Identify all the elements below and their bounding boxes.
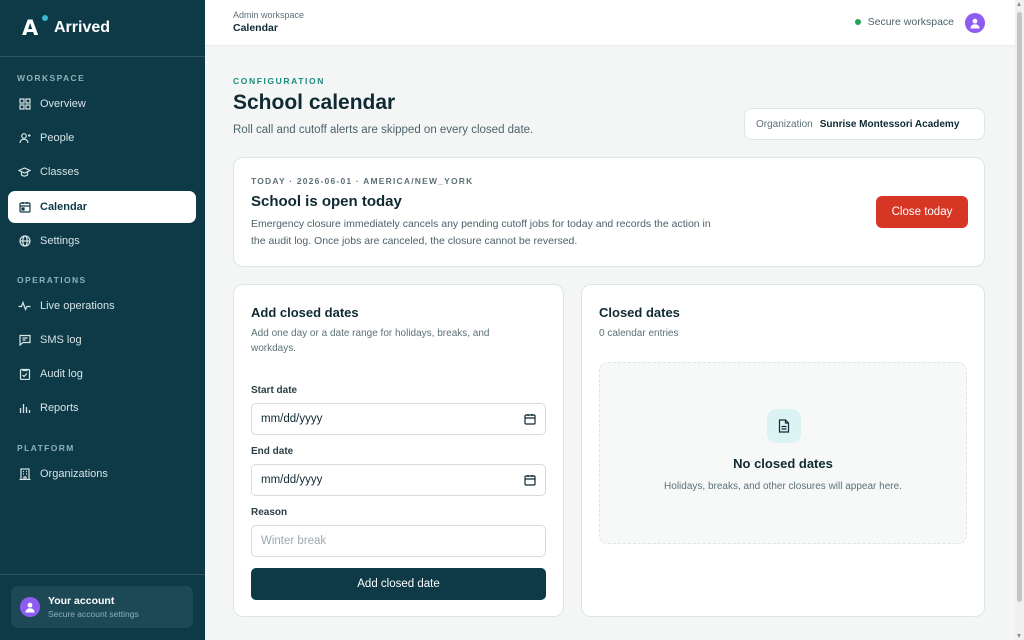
today-status-card: TODAY · 2026-06-01 · AMERICA/NEW_YORK Sc… — [233, 157, 985, 267]
sidebar-item-label: Overview — [40, 98, 86, 110]
card-title: Closed dates — [599, 305, 680, 320]
closed-dates-card: Closed dates 0 calendar entries No close… — [581, 284, 985, 617]
end-date-value: mm/dd/yyyy — [261, 474, 323, 486]
account-button[interactable]: Your account Secure account settings — [11, 586, 193, 628]
sidebar-item-label: SMS log — [40, 334, 82, 346]
sidebar-item-label: Settings — [40, 235, 80, 247]
account-name: Your account — [48, 595, 115, 607]
scrollbar[interactable] — [1015, 0, 1024, 640]
section-label-platform: PLATFORM — [17, 443, 75, 453]
sidebar-item-reports[interactable]: Reports — [8, 392, 196, 424]
sidebar-item-audit-log[interactable]: Audit log — [8, 358, 196, 390]
today-description: Emergency closure immediately cancels an… — [251, 218, 711, 247]
today-meta: TODAY · 2026-06-01 · AMERICA/NEW_YORK — [251, 176, 474, 186]
entries-count: 0 calendar entries — [599, 328, 679, 339]
logo-icon: A — [22, 15, 48, 39]
sidebar-item-label: Live operations — [40, 300, 115, 312]
clipboard-icon — [18, 368, 31, 381]
document-icon — [767, 409, 801, 443]
add-closed-date-button[interactable]: Add closed date — [251, 568, 546, 600]
empty-state: No closed dates Holidays, breaks, and ot… — [599, 362, 967, 544]
empty-state-subtitle: Holidays, breaks, and other closures wil… — [664, 481, 902, 492]
avatar — [20, 597, 40, 617]
calendar-icon — [18, 201, 31, 214]
sidebar-item-label: Organizations — [40, 468, 108, 480]
page-title: School calendar — [233, 91, 396, 114]
sidebar-item-overview[interactable]: Overview — [8, 88, 196, 120]
card-subtitle-line: Add one day or a date range for holidays… — [251, 328, 490, 339]
calendar-picker-icon[interactable] — [524, 413, 536, 428]
status-text: Secure workspace — [867, 16, 954, 28]
start-date-value: mm/dd/yyyy — [261, 413, 323, 425]
scrollbar-thumb[interactable] — [1017, 12, 1022, 602]
breadcrumb[interactable]: Admin workspace — [233, 10, 304, 20]
sidebar-item-label: Calendar — [40, 201, 88, 213]
page-eyebrow: CONFIGURATION — [233, 76, 325, 86]
sidebar-item-settings[interactable]: Settings — [8, 225, 196, 257]
status-badge: Secure workspace — [854, 16, 954, 28]
page-subtitle: Roll call and cutoff alerts are skipped … — [233, 124, 534, 136]
section-label-operations: OPERATIONS — [17, 275, 87, 285]
bar-chart-icon — [18, 402, 31, 415]
calendar-picker-icon[interactable] — [524, 474, 536, 489]
sidebar-item-people[interactable]: People — [8, 122, 196, 154]
scroll-up-icon[interactable] — [1017, 2, 1021, 6]
divider — [0, 574, 205, 575]
sidebar-item-label: Audit log — [40, 368, 83, 380]
top-bar: Admin workspace Calendar Secure workspac… — [205, 0, 1015, 46]
sidebar-item-label: People — [40, 132, 75, 144]
start-date-label: Start date — [251, 385, 298, 396]
brand[interactable]: A Arrived — [0, 0, 205, 57]
organization-selector[interactable]: Organization Sunrise Montessori Academy — [744, 108, 985, 140]
close-today-button[interactable]: Close today — [876, 196, 968, 228]
sidebar-item-label: Classes — [40, 166, 80, 178]
card-title: Add closed dates — [251, 305, 359, 320]
message-icon — [18, 334, 31, 347]
sidebar-item-calendar[interactable]: Calendar — [8, 191, 196, 223]
avatar[interactable] — [965, 13, 985, 33]
sidebar-item-sms-log[interactable]: SMS log — [8, 324, 196, 356]
start-date-input[interactable]: mm/dd/yyyy — [251, 403, 546, 435]
breadcrumb-current: Calendar — [233, 22, 278, 34]
graduation-cap-icon — [18, 166, 31, 179]
today-title: School is open today — [251, 193, 402, 210]
sidebar-item-organizations[interactable]: Organizations — [8, 458, 196, 490]
reason-label: Reason — [251, 507, 288, 518]
reason-input[interactable]: Winter break — [251, 525, 546, 557]
grid-icon — [18, 98, 31, 111]
card-subtitle-line: workdays. — [251, 343, 297, 354]
sidebar-item-label: Reports — [40, 402, 79, 414]
empty-state-title: No closed dates — [733, 456, 833, 471]
account-subtitle: Secure account settings — [48, 609, 139, 619]
end-date-input[interactable]: mm/dd/yyyy — [251, 464, 546, 496]
status-dot-icon — [854, 19, 861, 25]
app-name: Arrived — [54, 19, 111, 36]
end-date-label: End date — [251, 446, 294, 457]
person-icon — [18, 132, 31, 145]
card-subtitle: Add one day or a date range for holidays… — [251, 326, 490, 356]
organization-name: Sunrise Montessori Academy — [819, 118, 960, 130]
building-icon — [18, 468, 31, 481]
organization-label: Organization — [756, 118, 813, 130]
sidebar-item-classes[interactable]: Classes — [8, 156, 196, 188]
reason-placeholder: Winter break — [261, 535, 327, 547]
add-closed-dates-card: Add closed dates Add one day or a date r… — [233, 284, 564, 617]
sidebar: A Arrived WORKSPACE Overview People Clas… — [0, 0, 205, 640]
pulse-icon — [18, 300, 31, 313]
sidebar-item-live-operations[interactable]: Live operations — [8, 290, 196, 322]
scroll-down-icon[interactable] — [1017, 634, 1021, 638]
globe-settings-icon — [18, 235, 31, 248]
section-label-workspace: WORKSPACE — [17, 73, 86, 83]
